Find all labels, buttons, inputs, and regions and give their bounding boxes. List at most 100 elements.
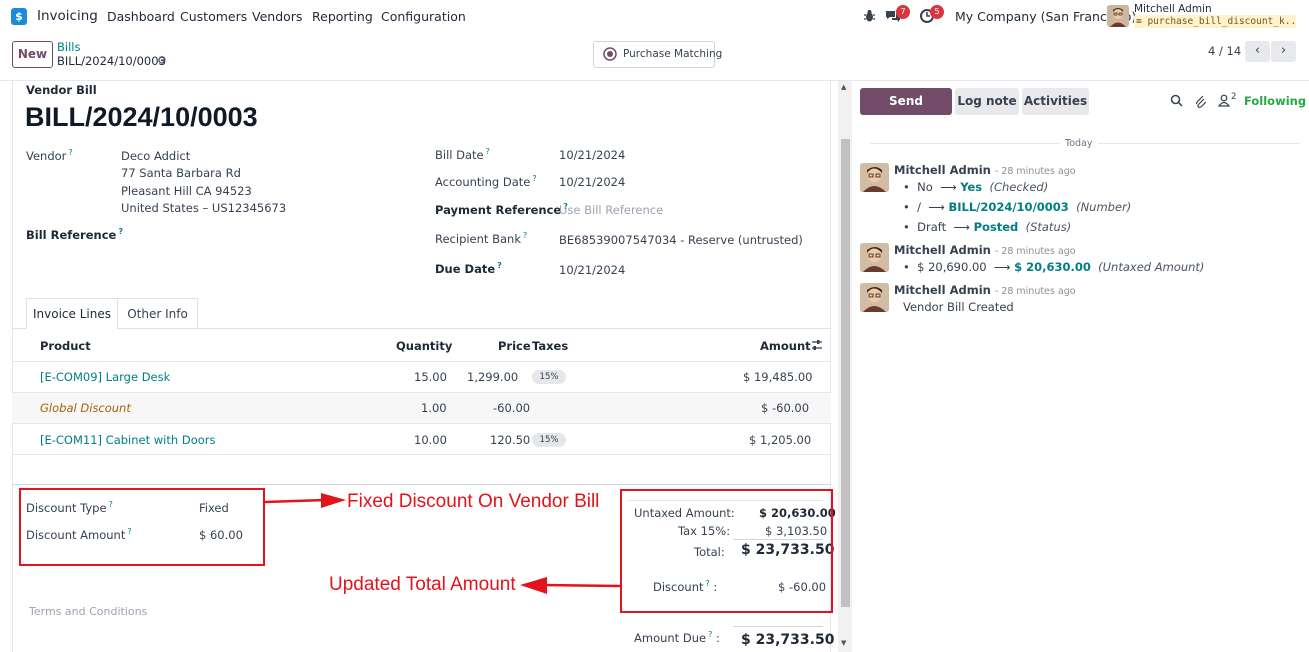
line-quantity[interactable]: 1.00	[421, 401, 447, 415]
new-button[interactable]: New	[12, 41, 53, 68]
line-product[interactable]: [E-COM09] Large Desk	[40, 370, 170, 384]
tracking-change: • $ 20,690.00 ⟶ $ 20,630.00 (Untaxed Amo…	[903, 260, 1205, 274]
message-author[interactable]: Mitchell Admin	[894, 283, 991, 297]
message-time: - 28 minutes ago	[994, 286, 1076, 297]
author-avatar[interactable]	[860, 243, 889, 272]
annotation-discount-box	[19, 488, 265, 566]
tracking-new-value: BILL/2024/10/0003	[948, 200, 1069, 214]
scroll-down-icon[interactable]: ▼	[841, 639, 846, 647]
bug-icon[interactable]	[863, 9, 876, 26]
bill-reference-input[interactable]	[121, 226, 421, 244]
activities-badge: 5	[930, 5, 944, 19]
user-name[interactable]: Mitchell Admin	[1134, 3, 1212, 15]
top-navbar: $ Invoicing Dashboard Customers Vendors …	[0, 0, 1309, 33]
followers-count: 2	[1231, 92, 1237, 102]
database-name: purchase_bill_discount_k...	[1147, 16, 1296, 27]
scroll-up-icon[interactable]: ▲	[841, 83, 846, 91]
pager-prev-button[interactable]: ‹	[1245, 41, 1270, 62]
tab-other-info[interactable]: Other Info	[117, 298, 198, 329]
column-quantity[interactable]: Quantity	[396, 339, 452, 353]
paperclip-icon[interactable]	[1195, 94, 1207, 111]
help-icon[interactable]: ?	[68, 148, 72, 157]
recipient-bank-field[interactable]: BE68539007547034 - Reserve (untrusted)	[559, 233, 803, 247]
arrow-right-icon: ⟶	[953, 220, 970, 234]
message-time: - 28 minutes ago	[994, 246, 1076, 257]
scrollbar-thumb[interactable]	[841, 139, 850, 607]
column-product[interactable]: Product	[40, 339, 91, 353]
help-icon[interactable]: ?	[497, 261, 502, 270]
line-quantity[interactable]: 10.00	[414, 433, 447, 447]
payment-reference-input[interactable]: Use Bill Reference	[559, 203, 663, 217]
help-icon[interactable]: ?	[708, 630, 712, 639]
message-body: Vendor Bill Created	[903, 300, 1014, 314]
form-scrollbar[interactable]: ▲ ▼	[838, 81, 852, 652]
app-name[interactable]: Invoicing	[37, 8, 98, 24]
control-panel: New Bills BILL/2024/10/0003 ⚙ Purchase M…	[0, 33, 1309, 81]
menu-customers[interactable]: Customers	[180, 9, 247, 24]
gear-icon[interactable]: ⚙	[157, 54, 167, 67]
bill-date-label: Bill Date	[435, 147, 484, 162]
line-quantity[interactable]: 15.00	[414, 370, 447, 384]
following-button[interactable]: Following	[1244, 94, 1306, 108]
annotation-arrow-left-icon	[519, 576, 621, 599]
bill-title: BILL/2024/10/0003	[25, 102, 258, 132]
line-tax-badge[interactable]: 15%	[532, 370, 566, 384]
help-icon[interactable]: ?	[486, 147, 490, 156]
arrow-right-icon: ⟶	[928, 200, 945, 214]
menu-configuration[interactable]: Configuration	[381, 9, 466, 24]
help-icon[interactable]: ?	[532, 174, 536, 183]
menu-vendors[interactable]: Vendors	[252, 9, 302, 24]
accounting-date-field[interactable]: 10/21/2024	[559, 175, 625, 189]
optional-columns-icon[interactable]	[811, 339, 823, 354]
tracking-new-value: $ 20,630.00	[1014, 260, 1091, 274]
search-icon[interactable]	[1170, 94, 1183, 110]
terms-conditions-input[interactable]: Terms and Conditions	[29, 605, 147, 618]
pager-next-button[interactable]: ›	[1271, 41, 1296, 62]
table-row[interactable]: Global Discount 1.00 -60.00 $ -60.00	[12, 393, 831, 423]
chevron-left-icon: ‹	[1254, 43, 1261, 58]
invoicing-app-icon[interactable]: $	[11, 8, 27, 25]
message-author[interactable]: Mitchell Admin	[894, 243, 991, 257]
followers-icon[interactable]	[1217, 94, 1231, 110]
purchase-matching-button[interactable]: Purchase Matching	[593, 41, 722, 68]
payment-reference-label: Payment Reference	[435, 202, 562, 217]
line-product[interactable]: [E-COM11] Cabinet with Doors	[40, 433, 215, 447]
message-time: - 28 minutes ago	[994, 166, 1076, 177]
amount-due-value: $ 23,733.50	[741, 632, 835, 648]
menu-reporting[interactable]: Reporting	[312, 9, 373, 24]
tab-invoice-lines[interactable]: Invoice Lines	[26, 298, 118, 329]
line-price[interactable]: -60.00	[493, 401, 530, 415]
line-product[interactable]: Global Discount	[40, 401, 131, 415]
user-avatar[interactable]	[1107, 5, 1129, 27]
column-amount[interactable]: Amount	[760, 339, 811, 353]
breadcrumb-bills[interactable]: Bills	[57, 40, 80, 54]
send-message-button[interactable]: Send message	[860, 88, 952, 135]
column-taxes[interactable]: Taxes	[532, 339, 568, 353]
breadcrumb-current: BILL/2024/10/0003	[57, 54, 166, 68]
author-avatar[interactable]	[860, 163, 889, 192]
accounting-date-label: Accounting Date	[435, 174, 531, 189]
line-price[interactable]: 120.50	[490, 433, 530, 447]
menu-dashboard[interactable]: Dashboard	[107, 9, 175, 24]
column-price[interactable]: Price	[498, 339, 531, 353]
bill-date-field[interactable]: 10/21/2024	[559, 148, 625, 162]
vendor-name[interactable]: Deco Addict	[121, 149, 190, 163]
line-price[interactable]: 1,299.00	[467, 370, 518, 384]
tracking-old-value: Draft	[917, 220, 947, 234]
tracking-new-value: Yes	[960, 180, 983, 194]
due-date-field[interactable]: 10/21/2024	[559, 263, 625, 277]
author-avatar[interactable]	[860, 283, 889, 312]
tracking-change: • Draft ⟶ Posted (Status)	[903, 220, 1072, 234]
tracking-change: • No ⟶ Yes (Checked)	[903, 180, 1049, 194]
line-amount: $ -60.00	[761, 401, 810, 415]
tracking-field: (Status)	[1025, 220, 1072, 234]
database-icon: ≡	[1136, 16, 1148, 27]
pager-value[interactable]: 4 / 14	[1208, 44, 1241, 58]
log-note-button[interactable]: Log note	[955, 88, 1019, 115]
activities-button[interactable]: Activities	[1022, 88, 1089, 115]
messages-badge: 7	[896, 5, 910, 19]
line-tax-badge[interactable]: 15%	[532, 433, 566, 447]
message-author[interactable]: Mitchell Admin	[894, 163, 991, 177]
help-icon[interactable]: ?	[523, 231, 527, 240]
due-date-label: Due Date	[435, 261, 496, 276]
